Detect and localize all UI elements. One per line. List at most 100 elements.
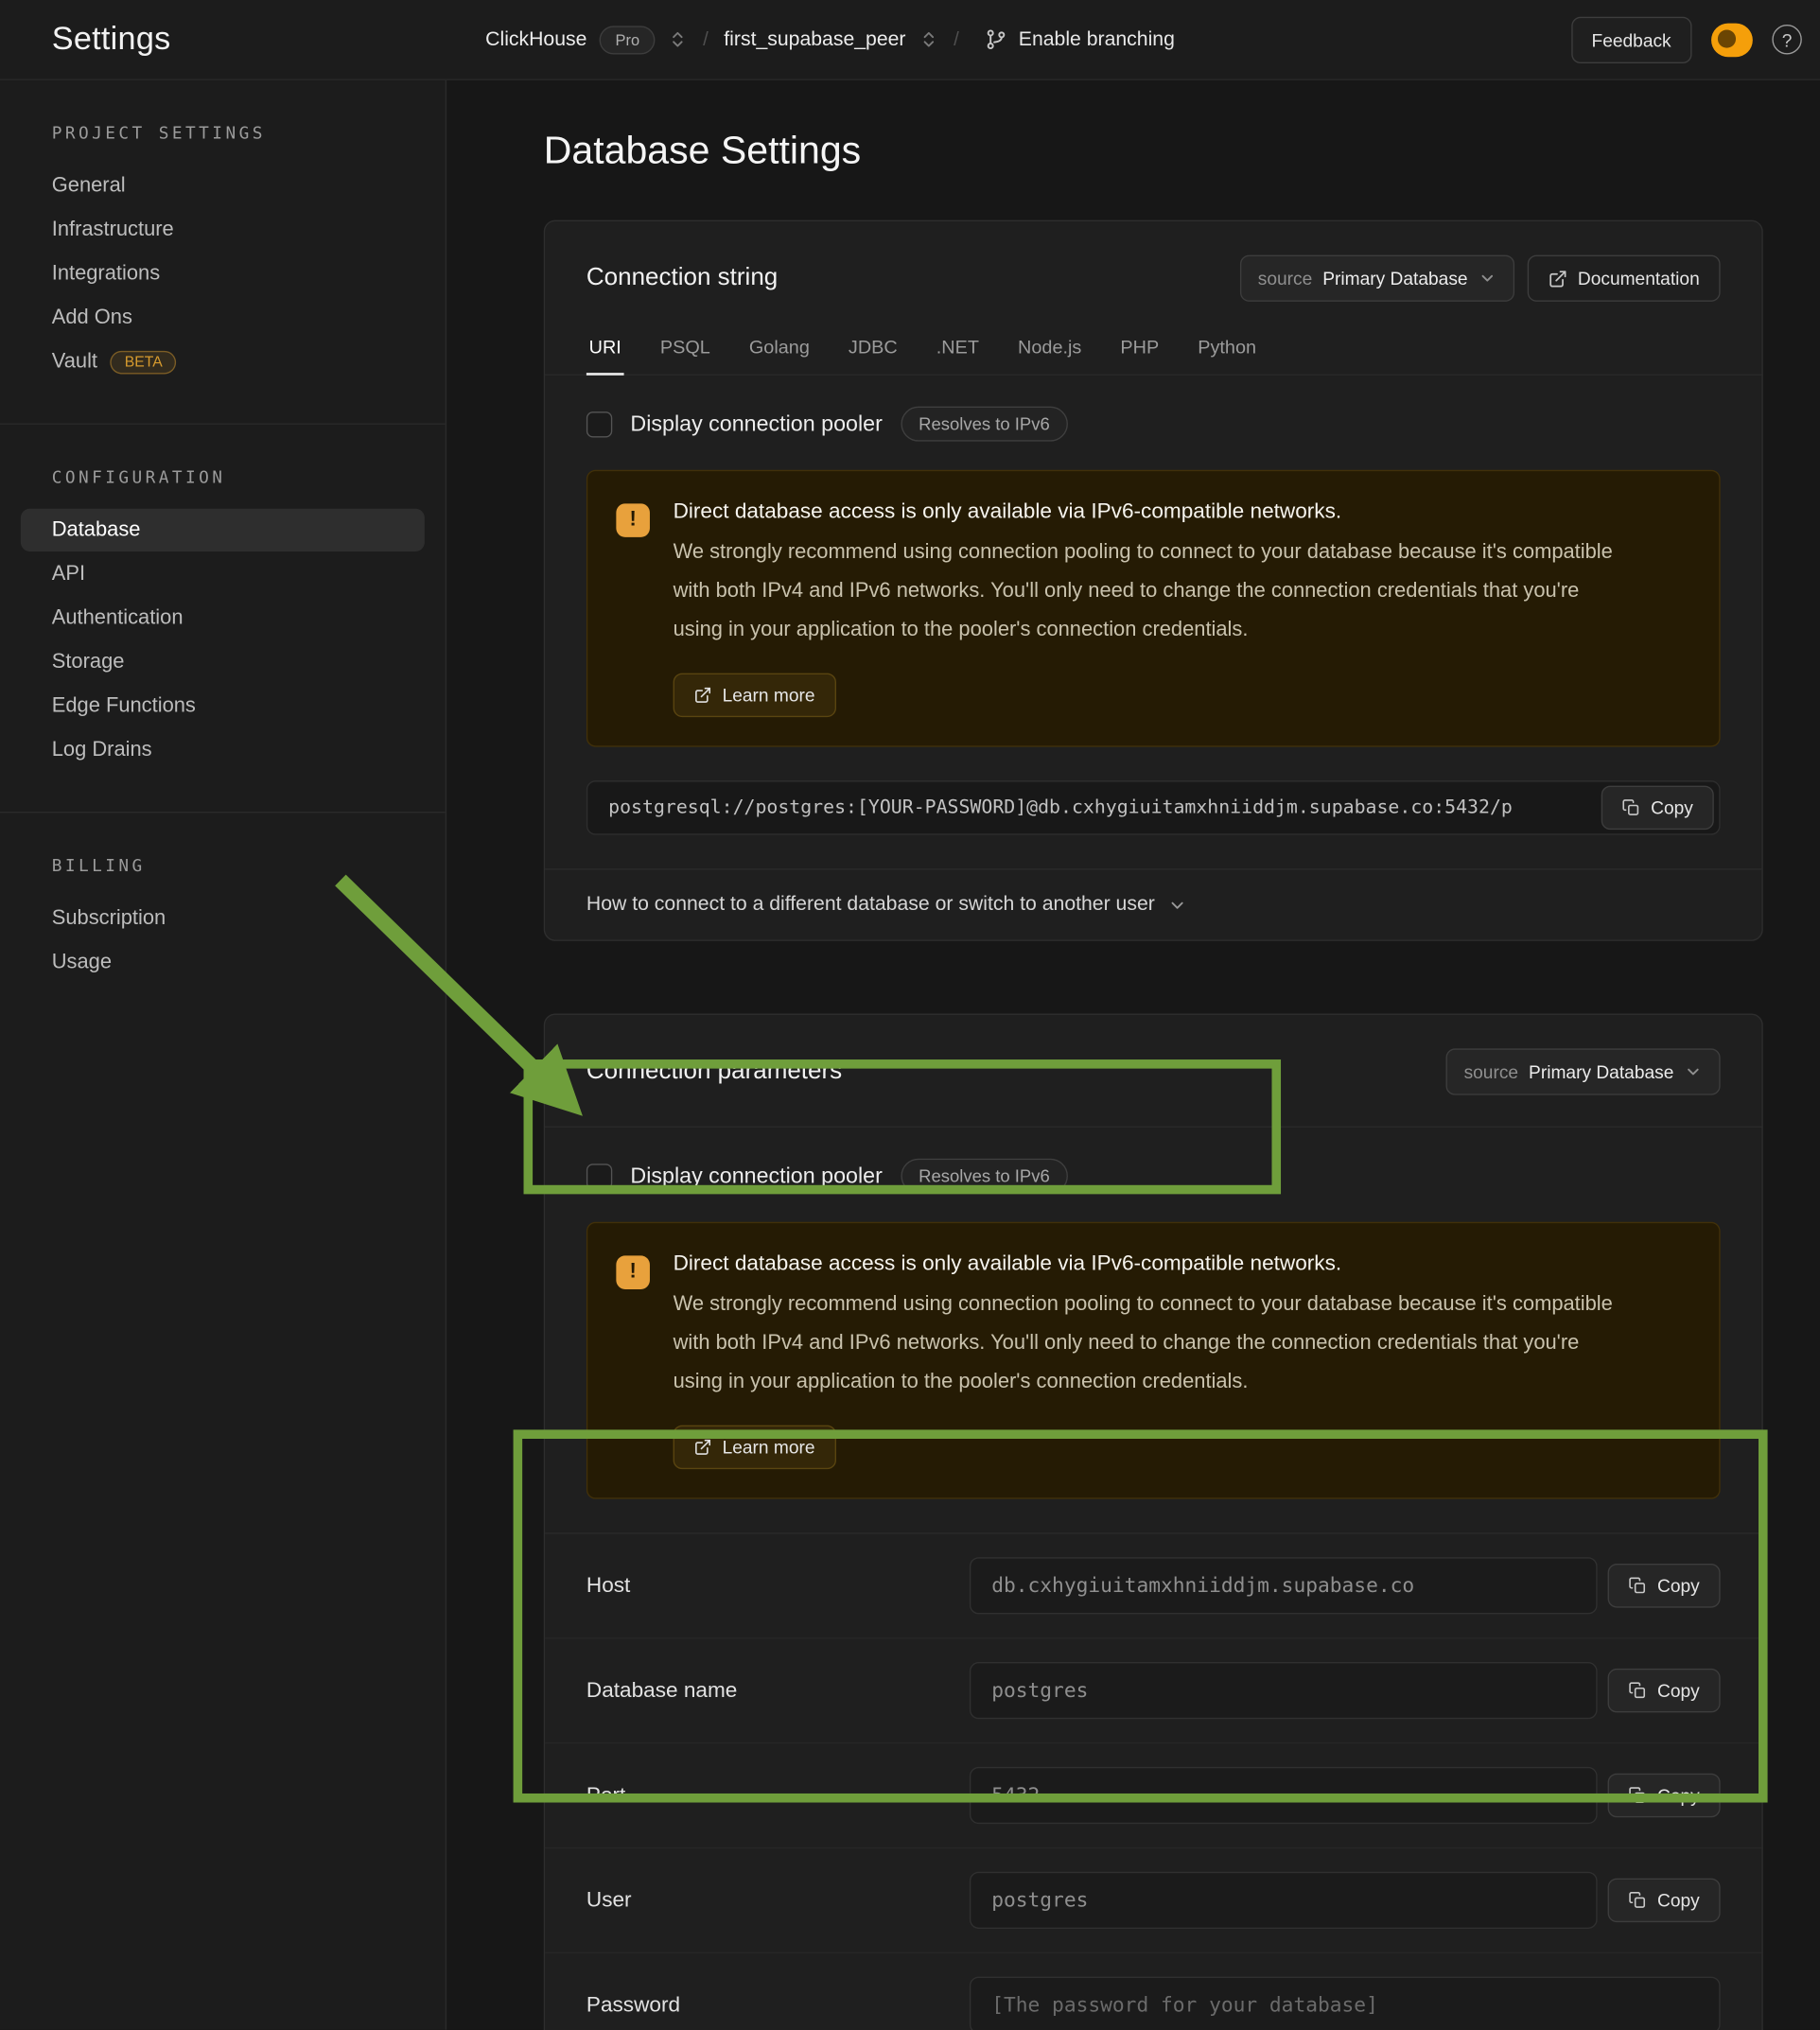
copy-label: Copy (1651, 797, 1693, 818)
sidebar-item-label: Infrastructure (52, 219, 174, 242)
host-field[interactable]: db.cxhygiuitamxhniiddjm.supabase.co (970, 1557, 1598, 1614)
copy-uri-button[interactable]: Copy (1601, 786, 1714, 831)
section-title: PROJECT SETTINGS (0, 124, 446, 144)
sidebar-item-label: Log Drains (52, 739, 152, 762)
connection-parameters-body: Display connection pooler Resolves to IP… (545, 1128, 1761, 1532)
sidebar-item-integrations[interactable]: Integrations (21, 253, 425, 295)
copy-label: Copy (1657, 1575, 1700, 1596)
sidebar-item-usage[interactable]: Usage (21, 941, 425, 984)
sidebar-item-label: General (52, 174, 126, 198)
field-label: Password (586, 1993, 970, 2018)
breadcrumb-org[interactable]: ClickHouse (485, 27, 586, 51)
database-name-field[interactable]: postgres (970, 1662, 1598, 1719)
breadcrumb-separator: / (703, 28, 709, 50)
tab-dotnet[interactable]: .NET (934, 327, 982, 374)
feedback-button[interactable]: Feedback (1571, 16, 1692, 62)
section-title: BILLING (0, 857, 446, 877)
sidebar-item-vault[interactable]: Vault BETA (21, 341, 425, 383)
pooler-row: Display connection pooler Resolves to IP… (586, 407, 1721, 442)
sidebar-item-api[interactable]: API (21, 552, 425, 595)
page-title: Database Settings (544, 130, 1763, 174)
connection-string-card: Connection string source Primary Databas… (544, 220, 1763, 941)
account-avatar[interactable] (1711, 23, 1753, 57)
help-icon[interactable]: ? (1772, 25, 1801, 54)
sidebar-item-authentication[interactable]: Authentication (21, 597, 425, 639)
header-main: ClickHouse Pro / first_supabase_peer / E… (446, 16, 1820, 62)
tab-nodejs[interactable]: Node.js (1015, 327, 1084, 374)
external-link-icon (693, 1438, 711, 1456)
enable-branching-button[interactable]: Enable branching (985, 27, 1175, 51)
copy-icon (1629, 1786, 1647, 1804)
tab-jdbc[interactable]: JDBC (846, 327, 900, 374)
app-root: Settings ClickHouse Pro / first_supabase… (0, 0, 1820, 2030)
sidebar-item-add-ons[interactable]: Add Ons (21, 296, 425, 339)
display-pooler-checkbox[interactable] (586, 411, 612, 436)
sidebar-item-database[interactable]: Database (21, 509, 425, 551)
alert-icon: ! (616, 503, 650, 537)
sidebar-item-label: Vault (52, 350, 97, 374)
card-title: Connection string (586, 264, 778, 292)
source-select[interactable]: source Primary Database (1445, 1048, 1720, 1094)
copy-host-button[interactable]: Copy (1608, 1564, 1721, 1608)
org-selector-icon[interactable] (668, 29, 688, 49)
sidebar-section-project-settings: PROJECT SETTINGS General Infrastructure … (0, 80, 446, 424)
sidebar-item-label: API (52, 563, 85, 586)
top-header: Settings ClickHouse Pro / first_supabase… (0, 0, 1820, 80)
warning-title: Direct database access is only available… (674, 499, 1632, 524)
card-title: Connection parameters (586, 1058, 842, 1086)
learn-more-label: Learn more (723, 1437, 815, 1458)
password-field[interactable]: [The password for your database] (970, 1977, 1721, 2030)
tab-uri[interactable]: URI (586, 327, 624, 374)
sidebar-item-storage[interactable]: Storage (21, 640, 425, 683)
connection-uri-text: postgresql://postgres:[YOUR-PASSWORD]@db… (608, 797, 1601, 818)
sidebar-item-edge-functions[interactable]: Edge Functions (21, 685, 425, 727)
connection-parameters-header: Connection parameters source Primary Dat… (545, 1015, 1761, 1128)
copy-user-button[interactable]: Copy (1608, 1879, 1721, 1923)
breadcrumb-separator: / (954, 28, 959, 50)
sidebar-item-label: Edge Functions (52, 694, 196, 718)
sidebar-item-label: Usage (52, 951, 112, 974)
learn-more-button[interactable]: Learn more (674, 1426, 836, 1470)
connection-string-header: Connection string source Primary Databas… (545, 221, 1761, 320)
learn-more-button[interactable]: Learn more (674, 674, 836, 718)
display-pooler-label: Display connection pooler (630, 411, 882, 436)
field-label: Database name (586, 1678, 970, 1703)
warning-title: Direct database access is only available… (674, 1251, 1632, 1276)
connect-help-label: How to connect to a different database o… (586, 893, 1155, 917)
plan-badge: Pro (600, 26, 655, 54)
sidebar-item-log-drains[interactable]: Log Drains (21, 728, 425, 771)
sidebar-item-general[interactable]: General (21, 165, 425, 207)
connect-help-toggle[interactable]: How to connect to a different database o… (545, 868, 1761, 939)
copy-icon (1629, 1577, 1647, 1595)
user-field[interactable]: postgres (970, 1872, 1598, 1929)
connection-string-body: Display connection pooler Resolves to IP… (545, 376, 1761, 868)
tab-python[interactable]: Python (1196, 327, 1259, 374)
card-actions: source Primary Database (1445, 1048, 1720, 1094)
enable-branching-label: Enable branching (1019, 27, 1175, 51)
field-label: Host (586, 1573, 970, 1598)
sidebar-item-label: Authentication (52, 606, 184, 630)
project-selector-icon[interactable] (919, 29, 938, 49)
chevron-down-icon (1684, 1062, 1702, 1080)
learn-more-label: Learn more (723, 685, 815, 706)
copy-port-button[interactable]: Copy (1608, 1774, 1721, 1818)
sidebar-item-subscription[interactable]: Subscription (21, 897, 425, 939)
card-actions: source Primary Database Documentation (1240, 255, 1721, 302)
tab-php[interactable]: PHP (1118, 327, 1162, 374)
display-pooler-checkbox[interactable] (586, 1164, 612, 1189)
tab-psql[interactable]: PSQL (657, 327, 712, 374)
sidebar-item-label: Storage (52, 651, 125, 674)
connection-uri-field[interactable]: postgresql://postgres:[YOUR-PASSWORD]@db… (586, 780, 1721, 834)
field-row-database-name: Database name postgres Copy (545, 1637, 1761, 1742)
documentation-button[interactable]: Documentation (1528, 255, 1721, 302)
copy-database-name-button[interactable]: Copy (1608, 1669, 1721, 1713)
source-select-label: source (1464, 1061, 1519, 1082)
source-select[interactable]: source Primary Database (1240, 255, 1514, 302)
breadcrumb: ClickHouse Pro / first_supabase_peer / E… (485, 26, 1175, 54)
breadcrumb-project[interactable]: first_supabase_peer (724, 27, 905, 51)
alert-icon: ! (616, 1255, 650, 1289)
header-actions: Feedback ? (1571, 16, 1802, 62)
port-field[interactable]: 5432 (970, 1767, 1598, 1824)
sidebar-item-infrastructure[interactable]: Infrastructure (21, 208, 425, 251)
tab-golang[interactable]: Golang (746, 327, 812, 374)
